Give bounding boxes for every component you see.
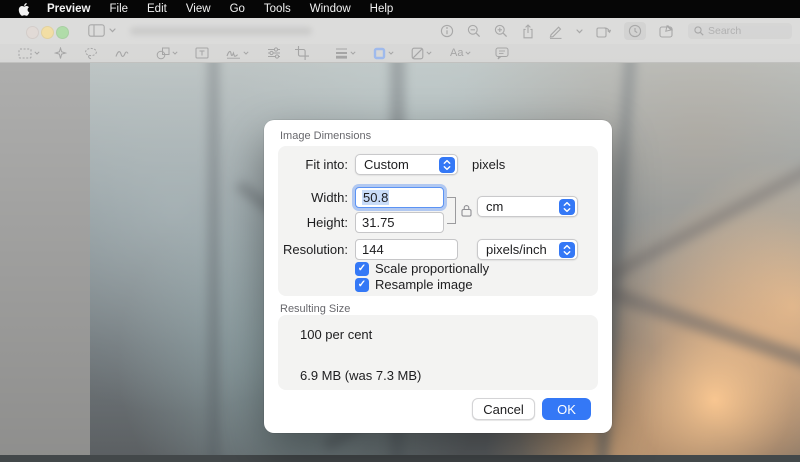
scale-proportionally-checkbox[interactable] — [355, 261, 369, 276]
menu-item-tools[interactable]: Tools — [264, 3, 291, 15]
width-value: 50.8 — [362, 190, 390, 205]
resolution-value: 144 — [362, 242, 384, 257]
menu-item-edit[interactable]: Edit — [147, 3, 167, 15]
fit-into-unit-suffix: pixels — [472, 157, 506, 172]
stepper-icon — [439, 157, 455, 173]
menu-item-help[interactable]: Help — [370, 3, 394, 15]
dialog-title: Image Dimensions — [280, 130, 372, 142]
menu-bar: Preview File Edit View Go Tools Window H… — [0, 0, 800, 18]
scale-proportionally-row: Scale proportionally — [355, 261, 489, 276]
fit-into-value: Custom — [364, 157, 409, 172]
height-label: Height: — [306, 215, 348, 230]
menu-item-window[interactable]: Window — [310, 3, 351, 15]
scale-proportionally-label: Scale proportionally — [375, 261, 490, 276]
apple-logo-icon[interactable] — [18, 2, 30, 16]
fit-into-label: Fit into: — [305, 157, 348, 172]
width-label: Width: — [311, 190, 348, 205]
dimension-unit-value: cm — [486, 199, 504, 214]
resolution-input[interactable]: 144 — [355, 239, 458, 260]
menu-item-go[interactable]: Go — [230, 3, 245, 15]
link-bracket — [447, 197, 456, 224]
cancel-button[interactable]: Cancel — [472, 398, 535, 420]
menu-item-view[interactable]: View — [186, 3, 211, 15]
resolution-unit-value: pixels/inch — [486, 242, 547, 257]
desktop-edge — [0, 455, 800, 462]
height-input[interactable]: 31.75 — [355, 212, 444, 233]
resulting-file-size: 6.9 MB (was 7.3 MB) — [300, 368, 422, 383]
resulting-size-title: Resulting Size — [280, 303, 351, 315]
menu-item-app[interactable]: Preview — [47, 3, 90, 15]
lock-icon — [461, 204, 472, 217]
resulting-percent: 100 per cent — [300, 327, 373, 342]
dimension-unit-popup[interactable]: cm — [477, 196, 578, 217]
resample-image-row: Resample image — [355, 277, 473, 292]
image-dimensions-dialog: Image Dimensions Fit into: Custom pixels… — [264, 120, 612, 433]
resolution-unit-popup[interactable]: pixels/inch — [477, 239, 578, 260]
stepper-icon — [559, 242, 575, 258]
menu-item-file[interactable]: File — [109, 3, 128, 15]
resample-image-checkbox[interactable] — [355, 277, 369, 292]
fit-into-popup[interactable]: Custom — [355, 154, 458, 175]
width-input[interactable]: 50.8 — [355, 187, 444, 208]
ok-button[interactable]: OK — [542, 398, 591, 420]
height-value: 31.75 — [362, 215, 395, 230]
resample-image-label: Resample image — [375, 277, 473, 292]
stepper-icon — [559, 199, 575, 215]
resolution-label: Resolution: — [282, 242, 348, 257]
